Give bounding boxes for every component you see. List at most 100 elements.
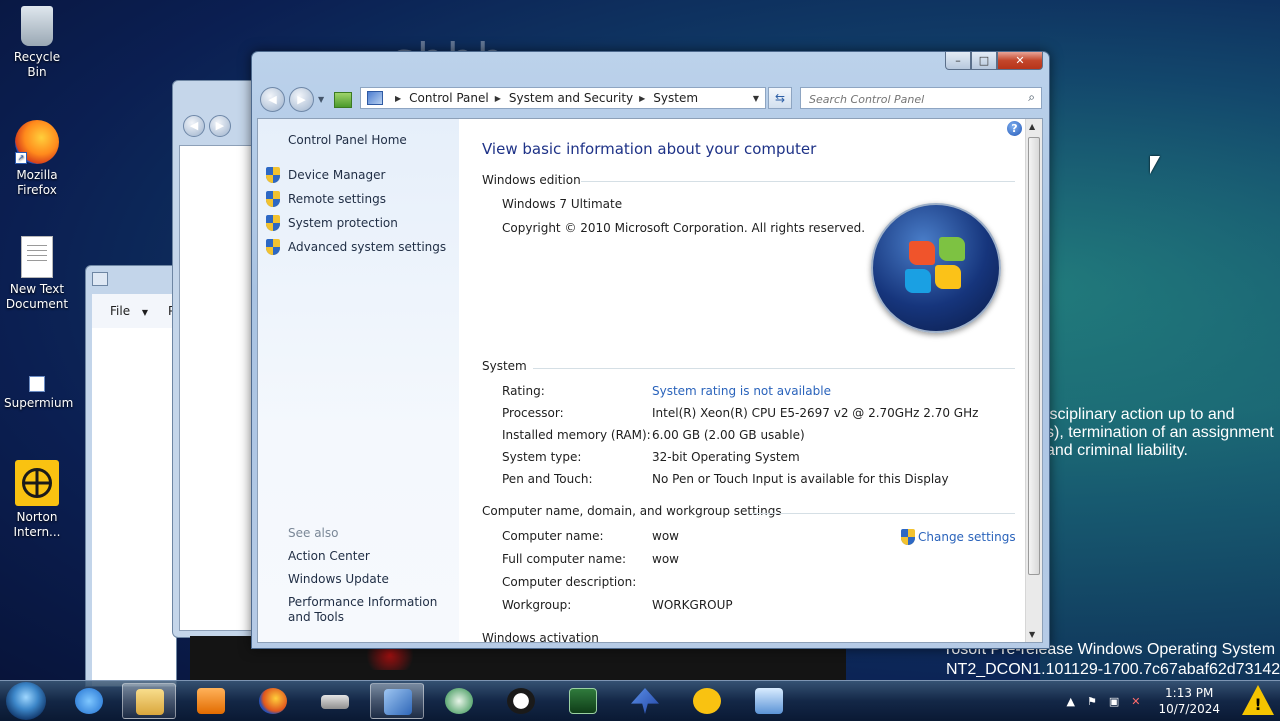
task-remote-settings[interactable]: Remote settings [266,191,386,207]
scroll-down-icon[interactable]: ▼ [1029,630,1035,639]
clock-date: 10/7/2024 [1158,702,1220,716]
firefox-icon [259,688,287,714]
edition-header: Windows edition [482,173,581,187]
overlay-line: s), termination of an assignment [1046,424,1274,441]
shortcut-arrow-icon: ↗ [15,152,27,164]
see-also-performance-info[interactable]: Performance Information and Tools [288,595,453,625]
control-panel-home-link[interactable]: Control Panel Home [288,133,407,147]
start-button[interactable] [6,682,46,720]
task-system-protection[interactable]: System protection [266,215,398,231]
scroll-thumb[interactable] [1028,137,1040,575]
navigation-toolbar: ◀ ▶ ▼ ▶ Control Panel ▶ System and Secur… [260,86,1043,112]
search-input[interactable] [807,89,1021,109]
see-also-action-center[interactable]: Action Center [288,549,453,564]
remote-desktop-icon [755,688,783,714]
maximize-button[interactable]: □ [971,52,997,70]
taskbar-bird-app[interactable] [618,683,672,719]
desktop-overlay-text: isciplinary action up to and s), termina… [1046,406,1276,460]
desktop-icon-new-text-document[interactable]: New Text Document [4,236,70,312]
breadcrumb-separator-icon[interactable]: ▶ [395,94,401,103]
full-computer-name-value: wow [652,552,679,566]
volume-muted-icon[interactable]: ✕ [1131,695,1140,708]
taskbar-remote-desktop[interactable] [742,683,796,719]
forward-icon[interactable]: ▶ [208,115,231,137]
taskbar-control-panel[interactable] [370,683,424,719]
content-area: Control Panel Home Device Manager Remote… [257,118,1043,643]
close-button[interactable]: ✕ [997,52,1043,70]
taskbar-media-player[interactable] [184,683,238,719]
desktop-icon-firefox[interactable]: ↗ Mozilla Firefox [4,120,70,198]
breadcrumb-system[interactable]: System [653,91,698,105]
breadcrumb-system-and-security[interactable]: System and Security [509,91,633,105]
uac-shield-icon [266,215,280,231]
forward-icon[interactable]: ▶ [289,87,314,112]
desktop-icon-label: Mozilla Firefox [16,168,58,197]
full-computer-name-label: Full computer name: [502,552,627,566]
search-box[interactable]: ⌕ [800,87,1042,109]
pen-touch-value: No Pen or Touch Input is available for t… [652,472,949,486]
background-window-explorer[interactable]: File ▼ P [85,265,177,687]
pen-touch-label: Pen and Touch: [502,472,593,486]
system-type-value: 32-bit Operating System [652,450,800,464]
folder-icon [136,689,164,715]
media-player-icon [197,688,225,714]
system-type-label: System type: [502,450,582,464]
details-pane: View basic information about your comput… [459,119,1026,642]
vertical-scrollbar[interactable]: ▲ ▼ [1025,119,1042,642]
back-icon[interactable]: ◀ [183,115,205,137]
taskbar-norton[interactable] [680,683,734,719]
firefox-icon: ↗ [15,120,59,164]
task-advanced-system-settings[interactable]: Advanced system settings [266,239,446,255]
task-device-manager[interactable]: Device Manager [266,167,385,183]
change-settings-label: Change settings [918,530,1016,544]
action-center-flag-icon[interactable]: ⚑ [1087,695,1097,708]
taskbar-drive[interactable] [308,683,362,719]
desktop-icon-supermium[interactable]: Supermium [4,376,74,411]
warning-icon[interactable]: ! [1242,685,1274,717]
taskbar-network[interactable] [432,683,486,719]
recycle-bin-icon [21,6,53,46]
section-divider [581,181,1015,182]
recent-pages-icon[interactable]: ▼ [318,95,324,104]
desktop-icon-recycle-bin[interactable]: Recycle Bin [4,6,70,80]
file-menu[interactable]: File ▼ [110,304,148,318]
breadcrumb-separator-icon[interactable]: ▶ [495,94,501,103]
network-icon[interactable]: ▣ [1109,695,1119,708]
computer-description-label: Computer description: [502,575,637,589]
clock[interactable]: 1:13 PM 10/7/2024 [1158,685,1220,717]
clock-time: 1:13 PM [1165,686,1214,700]
rating-link[interactable]: System rating is not available [652,384,831,398]
breadcrumb-separator-icon[interactable]: ▶ [639,94,645,103]
workgroup-value: WORKGROUP [652,598,733,612]
breadcrumb-control-panel[interactable]: Control Panel [409,91,489,105]
taskbar-task-manager[interactable] [556,683,610,719]
desktop-icon-label: Recycle Bin [13,50,61,79]
show-hidden-icons-icon[interactable]: ▲ [1067,695,1075,708]
back-icon[interactable]: ◀ [260,87,285,112]
task-label: Remote settings [288,192,386,206]
edition-value: Windows 7 Ultimate [502,197,623,211]
refresh-button[interactable]: ⇆ [768,87,792,109]
computer-name-header: Computer name, domain, and workgroup set… [482,504,782,518]
system-tray: ▲ ⚑ ▣ ✕ 1:13 PM 10/7/2024 [1067,681,1221,721]
logo-yellow-pane [935,265,961,289]
address-bar[interactable]: ▶ Control Panel ▶ System and Security ▶ … [360,87,766,109]
scroll-up-icon[interactable]: ▲ [1029,122,1035,131]
drive-icon [321,695,349,709]
taskbar-panda[interactable] [494,683,548,719]
uac-shield-icon [266,167,280,183]
search-icon[interactable]: ⌕ [1028,90,1035,105]
address-dropdown-icon[interactable]: ▼ [753,94,759,103]
change-settings-link[interactable]: Change settings [901,529,1016,545]
taskbar-internet-explorer[interactable] [62,683,116,719]
minimize-button[interactable]: – [945,52,971,70]
uac-shield-icon [266,239,280,255]
taskbar-file-explorer[interactable] [122,683,176,719]
up-folder-icon[interactable] [334,91,353,108]
processor-label: Processor: [502,406,564,420]
see-also-windows-update[interactable]: Windows Update [288,572,453,587]
taskbar-firefox[interactable] [246,683,300,719]
help-icon[interactable]: ? [1007,121,1022,136]
desktop-icon-norton[interactable]: Norton Intern... [4,460,70,540]
desktop-icon-label: Supermium [4,396,74,410]
